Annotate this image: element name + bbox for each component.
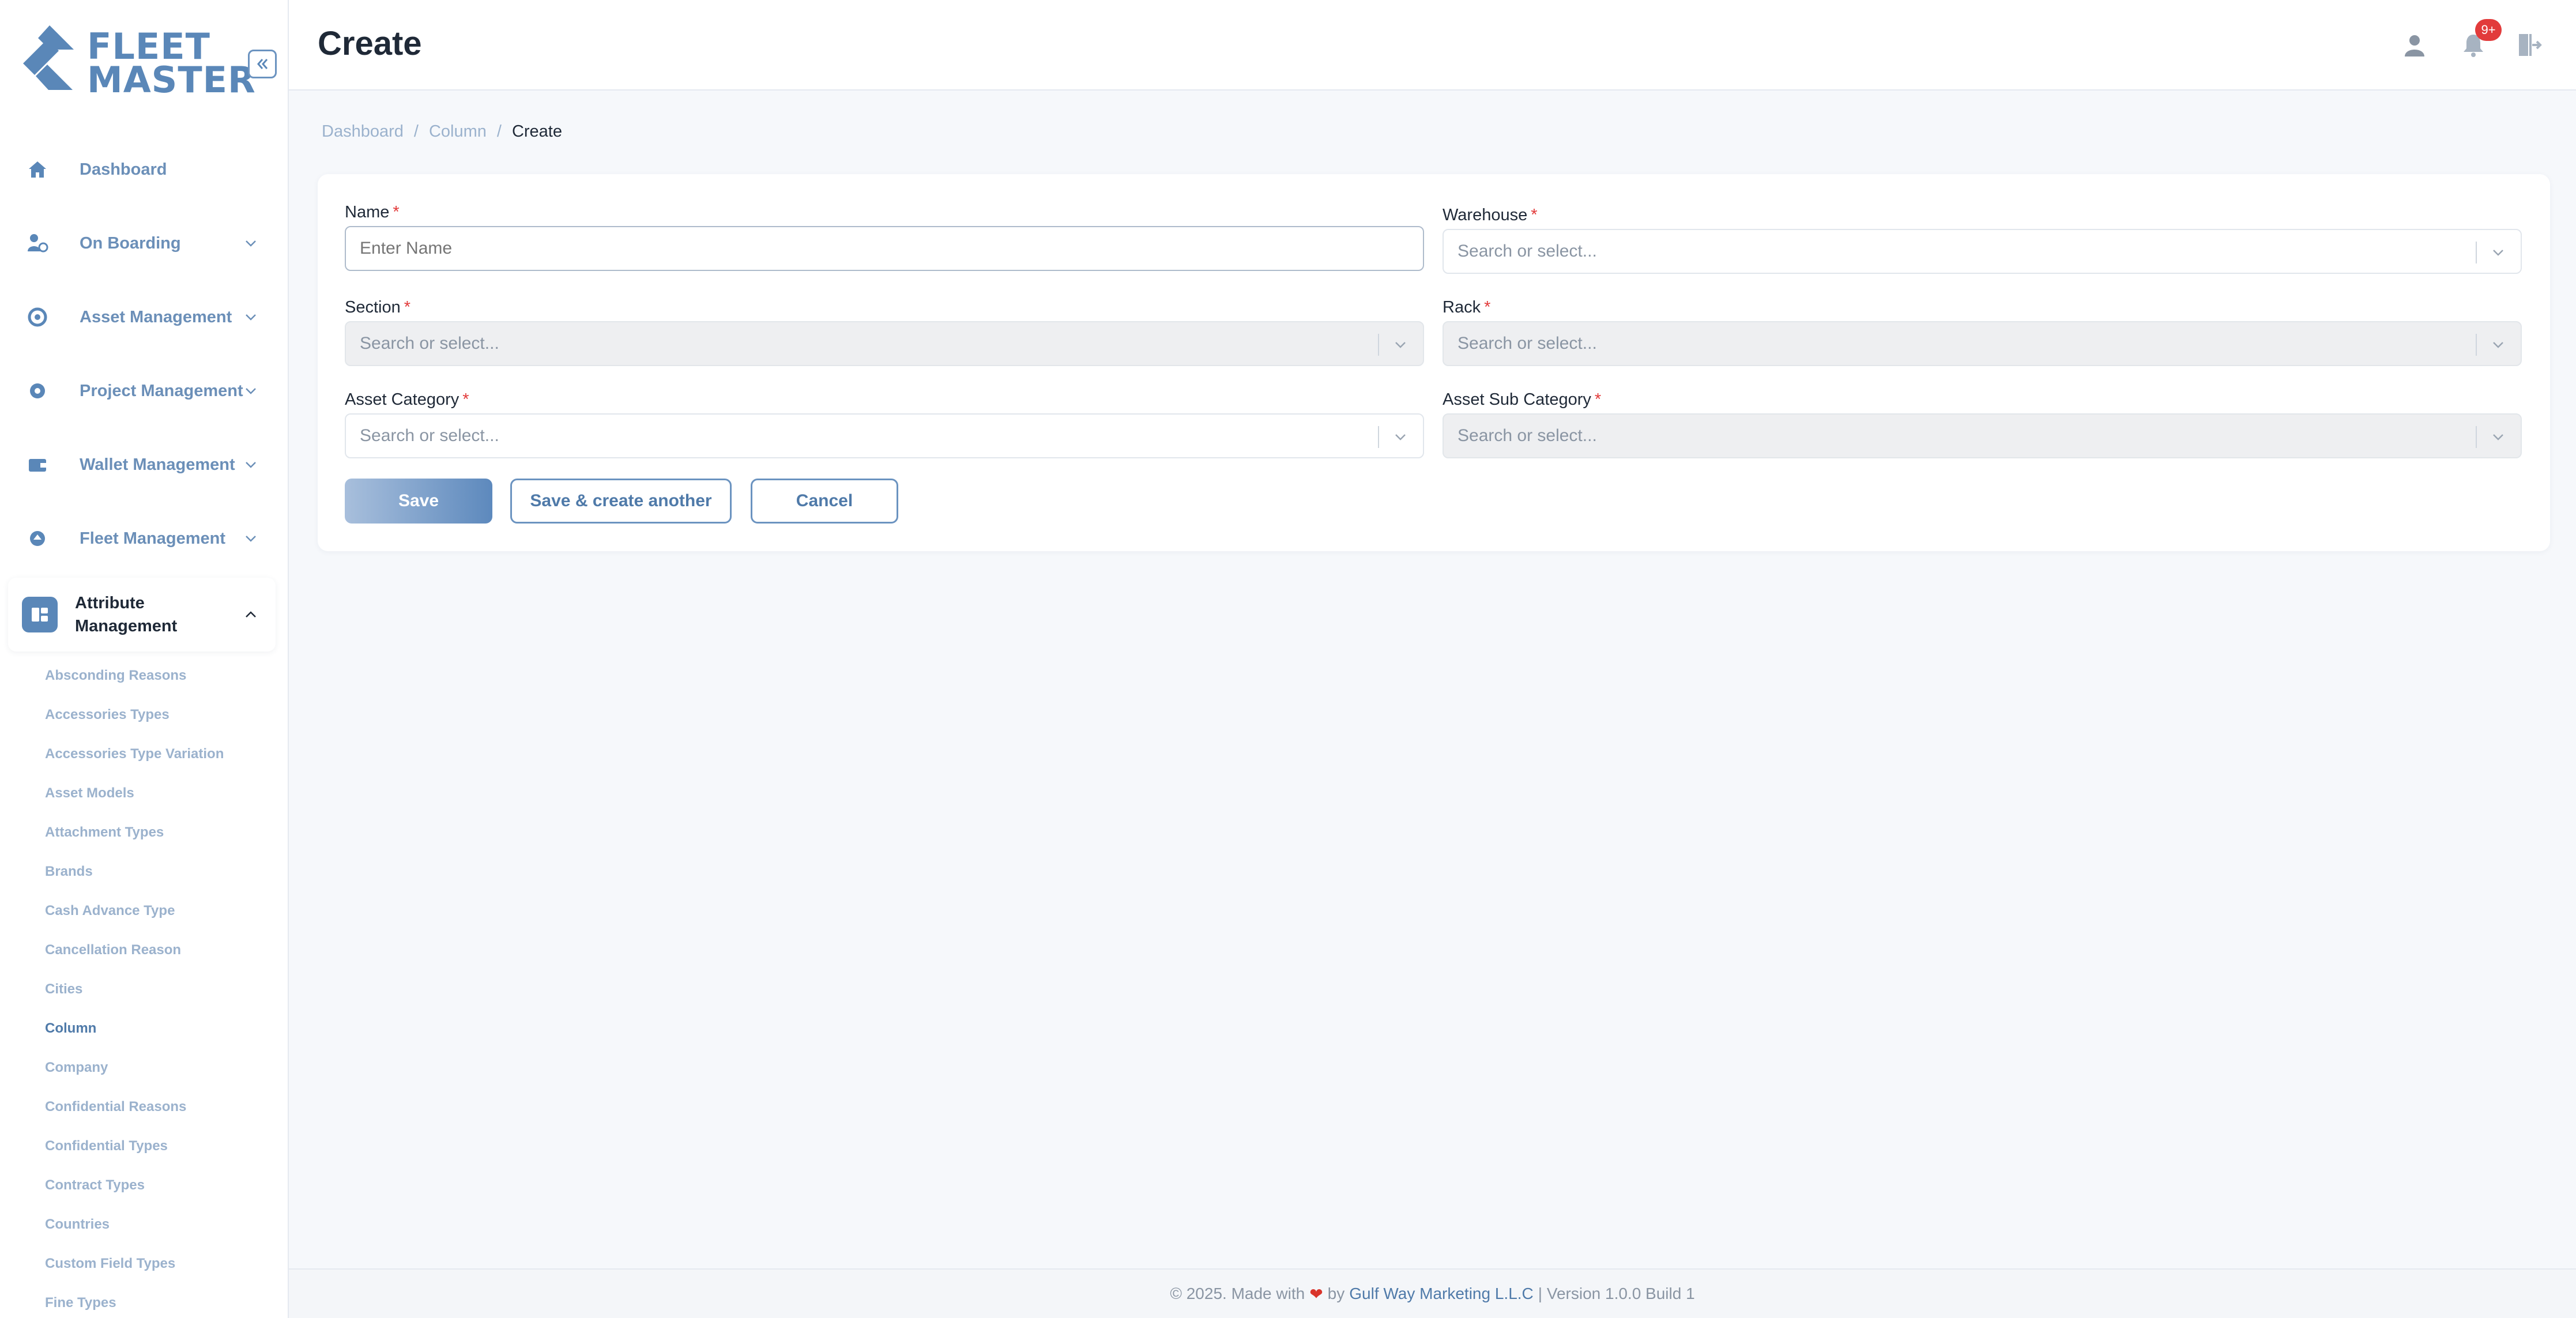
home-icon — [20, 152, 55, 187]
submenu-item[interactable]: Accessories Type Variation — [45, 735, 276, 774]
notification-badge: 9+ — [2475, 19, 2502, 41]
top-header: Create 9+ — [289, 0, 2576, 91]
section-label: Section * — [345, 298, 411, 317]
asset-icon — [20, 299, 55, 335]
logout-button[interactable] — [2510, 26, 2548, 64]
breadcrumb: Dashboard / Column / Create — [322, 122, 573, 141]
submenu-item[interactable]: Asset Models — [45, 774, 276, 813]
sidebar: FLEET MASTER Dashboard On Boarding Asset… — [0, 0, 289, 1318]
footer-copyright: © 2025. Made with — [1170, 1285, 1305, 1302]
chevron-down-icon — [1395, 342, 1406, 348]
rack-select[interactable]: Search or select... — [1443, 321, 2522, 366]
sidebar-item-label: On Boarding — [80, 234, 181, 253]
notifications-button[interactable]: 9+ — [2454, 19, 2502, 64]
submenu-item[interactable]: Confidential Reasons — [45, 1087, 276, 1127]
attribute-icon — [22, 597, 58, 632]
sidebar-item-asset-management[interactable]: Asset Management — [8, 280, 276, 354]
submenu-item[interactable]: Absconding Reasons — [45, 656, 276, 695]
breadcrumb-create: Create — [511, 122, 562, 141]
asset-category-label: Asset Category * — [345, 390, 469, 409]
fleet-master-logo-icon — [23, 25, 74, 90]
logout-icon — [2519, 34, 2542, 56]
asset-sub-category-field: Asset Sub Category * Search or select... — [1443, 390, 2522, 458]
chevron-down-icon — [246, 536, 256, 542]
project-icon — [20, 373, 55, 409]
breadcrumb-separator: / — [413, 122, 419, 141]
submenu-item[interactable]: Attachment Types — [45, 813, 276, 852]
chevron-down-icon — [246, 314, 256, 321]
wallet-icon — [20, 447, 55, 483]
breadcrumb-separator: / — [496, 122, 502, 141]
heart-icon: ❤ — [1309, 1285, 1323, 1303]
submenu-item[interactable]: Cancellation Reason — [45, 931, 276, 970]
chevron-down-icon — [2493, 342, 2503, 348]
footer-by: by — [1327, 1285, 1345, 1302]
create-form-card: Name* Warehouse* Search or select... Sec… — [318, 174, 2550, 551]
submenu-item[interactable]: Confidential Types — [45, 1127, 276, 1166]
save-and-create-another-button[interactable]: Save & create another — [510, 479, 732, 524]
sidebar-item-label: Wallet Management — [80, 455, 235, 474]
submenu-item[interactable]: Custom Field Types — [45, 1244, 276, 1283]
sidebar-item-fleet-management[interactable]: Fleet Management — [8, 502, 276, 575]
submenu-item[interactable]: Cities — [45, 970, 276, 1009]
sidebar-item-label: Fleet Management — [80, 529, 225, 548]
footer-version: | Version 1.0.0 Build 1 — [1538, 1285, 1695, 1302]
sidebar-item-label: Attribute Management — [75, 594, 178, 635]
sidebar-item-on-boarding[interactable]: On Boarding — [8, 206, 276, 280]
fleet-icon — [20, 521, 55, 556]
name-field: Name * — [345, 203, 1424, 271]
chevron-down-icon — [2493, 250, 2503, 256]
warehouse-label: Warehouse * — [1443, 206, 1538, 224]
save-button[interactable]: Save — [345, 479, 492, 524]
asset-category-select[interactable]: Search or select... — [345, 413, 1424, 458]
submenu-item-column[interactable]: Column — [45, 1009, 276, 1048]
submenu-item[interactable]: Accessories Types — [45, 695, 276, 735]
sidebar-item-label: Dashboard — [80, 160, 167, 179]
warehouse-field: Warehouse * Search or select... — [1443, 206, 2522, 274]
sidebar-item-project-management[interactable]: Project Management — [8, 354, 276, 428]
double-chevron-left-icon — [257, 59, 268, 69]
footer-company-link[interactable]: Gulf Way Marketing L.L.C — [1349, 1285, 1534, 1303]
asset-sub-category-label: Asset Sub Category * — [1443, 390, 1602, 409]
submenu-item[interactable]: Cash Advance Type — [45, 891, 276, 931]
submenu-item[interactable]: Company — [45, 1048, 276, 1087]
submenu-item[interactable]: Brands — [45, 852, 276, 891]
breadcrumb-column[interactable]: Column — [429, 122, 487, 141]
chevron-down-icon — [2493, 434, 2503, 440]
name-input[interactable] — [345, 226, 1424, 271]
submenu-item[interactable]: Fine Types — [45, 1283, 276, 1318]
cancel-button[interactable]: Cancel — [751, 479, 898, 524]
chevron-down-icon — [246, 462, 256, 468]
attribute-submenu: Absconding Reasons Accessories Types Acc… — [45, 656, 276, 1318]
user-icon — [2405, 35, 2424, 57]
sidebar-nav: Dashboard On Boarding Asset Management P… — [8, 133, 276, 652]
chevron-down-icon — [246, 388, 256, 394]
collapse-sidebar-button[interactable] — [248, 50, 277, 78]
name-label: Name * — [345, 203, 400, 221]
chevron-down-icon — [246, 240, 256, 247]
rack-field: Rack * Search or select... — [1443, 298, 2522, 366]
warehouse-select[interactable]: Search or select... — [1443, 229, 2522, 274]
logo[interactable]: FLEET MASTER — [21, 23, 255, 104]
chevron-down-icon — [1395, 434, 1406, 440]
sidebar-item-dashboard[interactable]: Dashboard — [8, 133, 276, 206]
logo-text: FLEET MASTER — [87, 25, 256, 101]
sidebar-item-label: Asset Management — [80, 307, 232, 326]
page-title: Create — [318, 25, 422, 62]
breadcrumb-dashboard[interactable]: Dashboard — [322, 122, 404, 141]
section-field: Section * Search or select... — [345, 298, 1424, 366]
asset-sub-category-select[interactable]: Search or select... — [1443, 413, 2522, 458]
asset-category-field: Asset Category * Search or select... — [345, 390, 1424, 458]
rack-label: Rack * — [1443, 298, 1491, 317]
submenu-item[interactable]: Contract Types — [45, 1166, 276, 1205]
submenu-item[interactable]: Countries — [45, 1205, 276, 1244]
section-select[interactable]: Search or select... — [345, 321, 1424, 366]
sidebar-item-wallet-management[interactable]: Wallet Management — [8, 428, 276, 502]
chevron-up-icon — [246, 611, 256, 617]
user-profile-button[interactable] — [2396, 26, 2434, 64]
sidebar-item-label: Project Management — [80, 381, 243, 400]
sidebar-item-attribute-management[interactable]: Attribute Management — [8, 578, 276, 652]
onboarding-icon — [20, 225, 55, 261]
footer: © 2025. Made with ❤ by Gulf Way Marketin… — [289, 1268, 2576, 1318]
